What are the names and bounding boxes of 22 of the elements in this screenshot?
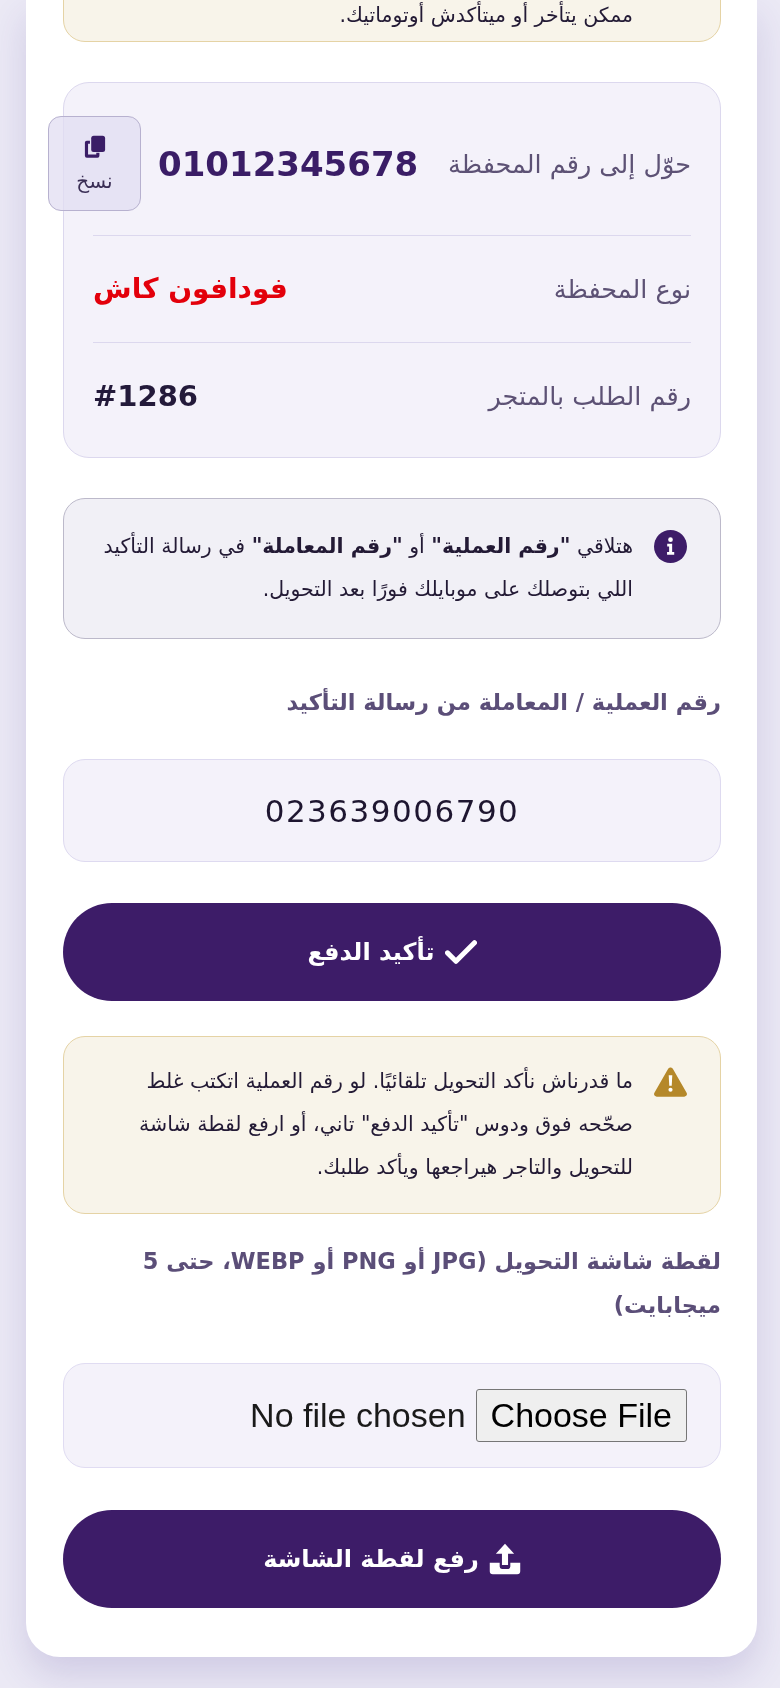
file-status-text: No file chosen — [250, 1396, 466, 1435]
upload-screenshot-button[interactable]: رفع لقطة الشاشة — [63, 1510, 721, 1608]
wallet-provider: فودافون كاش — [93, 271, 288, 307]
note-text: ما قدرناش نأكد التحويل تلقائيًا. لو رقم العملية اتكتب غلط صحّحه فوق ودوس "تأكيد الدفع" تاني، أو ارفع لقطة شاشة للتحويل والتاجر هيراجعها ويأكد طلبك. — [138, 1066, 633, 1181]
warning-icon — [654, 1065, 687, 1098]
field-label: رقم العملية / المعاملة من رسالة التأكيد — [285, 687, 721, 718]
upload-icon — [488, 1543, 521, 1575]
field-label: حوّل إلى رقم المحفظة — [448, 147, 691, 182]
confirm-payment-button[interactable]: تأكيد الدفع — [63, 903, 721, 1001]
choose-file-button[interactable]: Choose File — [475, 1389, 687, 1442]
field-label: نوع المحفظة — [553, 273, 691, 307]
note-text: هتلاقي "رقم العملية" أو "رقم المعاملة" في رسالة التأكيد اللي بتوصلك على موبايلك فورًا بعد التحويل. — [102, 531, 633, 603]
copy-icon — [82, 134, 107, 159]
note-text: ممكن يتأخر أو ميتأكدش أوتوماتيك. — [338, 1, 633, 29]
file-upload-field[interactable]: No file chosen Choose File — [63, 1363, 721, 1468]
order-number: #1286 — [93, 378, 198, 415]
wallet-number: 01012345678 — [158, 143, 419, 184]
field-label: رقم الطلب بالمتجر — [488, 380, 691, 414]
copy-button[interactable]: نسخ — [48, 116, 141, 211]
transaction-number-input[interactable]: 023639006790 — [63, 759, 721, 862]
info-icon — [654, 530, 687, 563]
field-label: لقطة شاشة التحويل (JPG أو PNG أو WEBP، حتى 5 ميجابايت) — [141, 1246, 721, 1320]
